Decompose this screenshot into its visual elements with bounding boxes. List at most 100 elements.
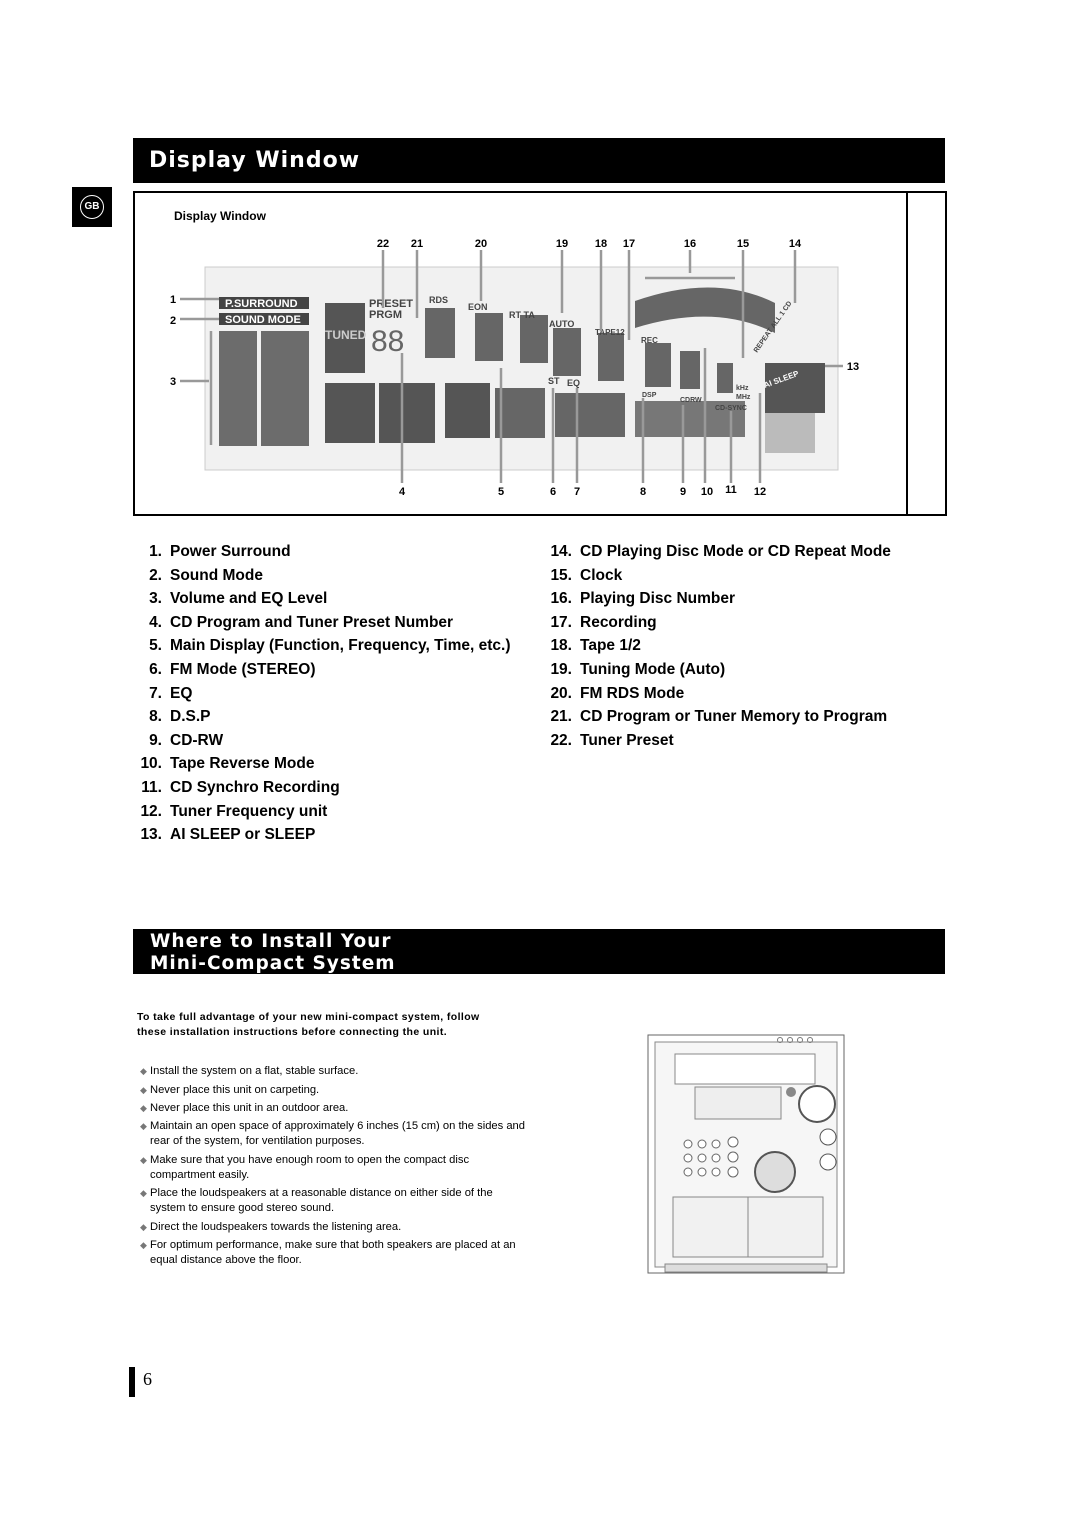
legend-text: FM Mode (STEREO)	[170, 661, 316, 678]
callout-17: 17	[623, 238, 635, 250]
bullet-item: ◆ Maintain an open space of approximately…	[140, 1119, 530, 1149]
section-title-line2: Mini-Compact System	[150, 953, 396, 974]
lcd-label-soundmode: SOUND MODE	[225, 314, 301, 326]
bullet-text: Install the system on a flat, stable sur…	[150, 1065, 359, 1077]
legend-text: Tuner Frequency unit	[170, 802, 328, 820]
page-number-bar	[129, 1367, 135, 1397]
section-title: Display Window	[149, 148, 361, 173]
callout-4: 4	[399, 486, 406, 498]
legend-number: 8.	[149, 708, 162, 726]
callout-3: 3	[170, 376, 176, 388]
legend-text: Volume and EQ Level	[170, 590, 328, 608]
diamond-bullet-icon: ◆	[140, 1240, 147, 1250]
bullet-text: Place the loudspeakers at a reasonable d…	[150, 1187, 493, 1214]
diamond-bullet-icon: ◆	[140, 1103, 147, 1113]
callout-10: 10	[701, 486, 713, 498]
intro-line: these installation instructions before c…	[137, 1026, 448, 1038]
lcd-label-eon: EON	[468, 302, 488, 312]
lcd-label-rec: REC	[641, 336, 658, 345]
callout-12: 12	[754, 486, 766, 498]
bullet-item: ◆ Make sure that you have enough room to …	[140, 1153, 530, 1183]
legend-text: Tape 1/2	[580, 637, 641, 655]
legend-text: Recording	[580, 613, 657, 631]
callout-11: 11	[725, 484, 737, 496]
legend-number: 13.	[140, 826, 162, 844]
legend-number: 15.	[550, 566, 572, 584]
bullet-text: Maintain an open space of approximately …	[150, 1120, 525, 1147]
bullet-item: ◆ Never place this unit on carpeting.	[140, 1083, 530, 1098]
legend-text: AI SLEEP or SLEEP	[170, 826, 316, 844]
legend-number: 21.	[550, 708, 572, 726]
legend-number: 4.	[149, 613, 162, 631]
legend-number: 12.	[140, 802, 162, 820]
diamond-bullet-icon: ◆	[140, 1121, 147, 1131]
section-title-line1: Where to Install Your	[150, 931, 392, 952]
legend-number: 3.	[149, 590, 162, 608]
bullet-text: Never place this unit in an outdoor area…	[150, 1102, 349, 1114]
svg-text:88: 88	[371, 325, 404, 358]
legend-text: Clock	[580, 566, 623, 584]
legend-number: 1.	[149, 543, 162, 560]
legend-number: 11.	[141, 779, 162, 796]
legend-text: CD-RW	[170, 731, 224, 749]
bullet-text: Direct the loudspeakers towards the list…	[150, 1221, 402, 1233]
diamond-bullet-icon: ◆	[140, 1188, 147, 1198]
legend-number: 19.	[550, 661, 572, 678]
lcd-label-prgm: PRGM	[369, 309, 402, 321]
lcd-label-rtta: RT TA	[509, 310, 535, 320]
lcd-label-psurround: P.SURROUND	[225, 298, 298, 310]
callout-8: 8	[640, 486, 646, 498]
callout-7: 7	[574, 486, 580, 498]
legend-number: 16.	[550, 590, 572, 608]
legend-number: 2.	[149, 566, 162, 584]
install-intro: To take full advantage of your new mini-…	[137, 1010, 480, 1040]
legend-number: 18.	[550, 637, 572, 655]
legend-text: D.S.P	[170, 708, 211, 726]
legend-number: 22.	[550, 731, 572, 749]
legend-number: 9.	[149, 731, 162, 749]
legend-number: 10.	[140, 755, 162, 773]
language-badge: GB	[72, 187, 112, 227]
legend-text: FM RDS Mode	[580, 684, 685, 702]
legend-number: 20.	[550, 684, 572, 702]
lcd-label-rds: RDS	[429, 295, 448, 305]
legend-text: CD Program and Tuner Preset Number	[170, 613, 454, 631]
callout-22: 22	[377, 238, 389, 250]
mini-compact-system-illustration	[647, 1034, 845, 1274]
lcd-label-cdsync: CD-SYNC	[715, 405, 747, 412]
lcd-label-cdrw: CDRW	[680, 397, 702, 404]
legend-text: Tuner Preset	[580, 731, 674, 749]
divider	[906, 193, 908, 514]
diamond-bullet-icon: ◆	[140, 1155, 147, 1165]
callout-9: 9	[680, 486, 686, 498]
legend-text: Tuning Mode (Auto)	[580, 661, 726, 678]
legend-text: CD Program or Tuner Memory to Program	[580, 708, 888, 726]
lcd-label-khz: kHz	[736, 385, 749, 392]
manual-page: Display Window GB Display Window P.SURRO…	[0, 0, 1080, 1528]
callout-13: 13	[847, 361, 859, 373]
callout-1: 1	[170, 294, 176, 306]
intro-line: To take full advantage of your new mini-…	[137, 1011, 480, 1023]
bullet-item: ◆ Direct the loudspeakers towards the lis…	[140, 1220, 530, 1235]
bullet-item: ◆ Never place this unit in an outdoor are…	[140, 1101, 530, 1116]
legend-text: CD Playing Disc Mode or CD Repeat Mode	[580, 543, 891, 560]
legend-text: CD Synchro Recording	[170, 779, 340, 796]
page-number: 6	[143, 1369, 152, 1389]
legend-text: Sound Mode	[170, 566, 263, 584]
lcd-label-auto: AUTO	[549, 319, 574, 329]
legend-number: 14.	[550, 543, 572, 560]
section-header-display-window: Display Window	[133, 138, 945, 183]
callout-14: 14	[789, 238, 802, 250]
lcd-label-tape: TAPE12	[595, 328, 625, 337]
callout-16: 16	[684, 238, 696, 250]
lcd-diagram: P.SURROUND SOUND MODE TUNED PRESET PRGM …	[170, 238, 859, 498]
callout-21: 21	[411, 238, 423, 250]
callout-5: 5	[498, 486, 504, 498]
section-header-install: Where to Install Your Mini-Compact Syste…	[133, 929, 945, 974]
lcd-label-tuned: TUNED	[325, 328, 367, 342]
legend-text: Main Display (Function, Frequency, Time,…	[170, 637, 511, 655]
legend-number: 7.	[149, 684, 162, 702]
callout-2: 2	[170, 315, 176, 327]
legend-number: 6.	[149, 661, 162, 678]
bullet-text: Make sure that you have enough room to o…	[150, 1154, 470, 1181]
